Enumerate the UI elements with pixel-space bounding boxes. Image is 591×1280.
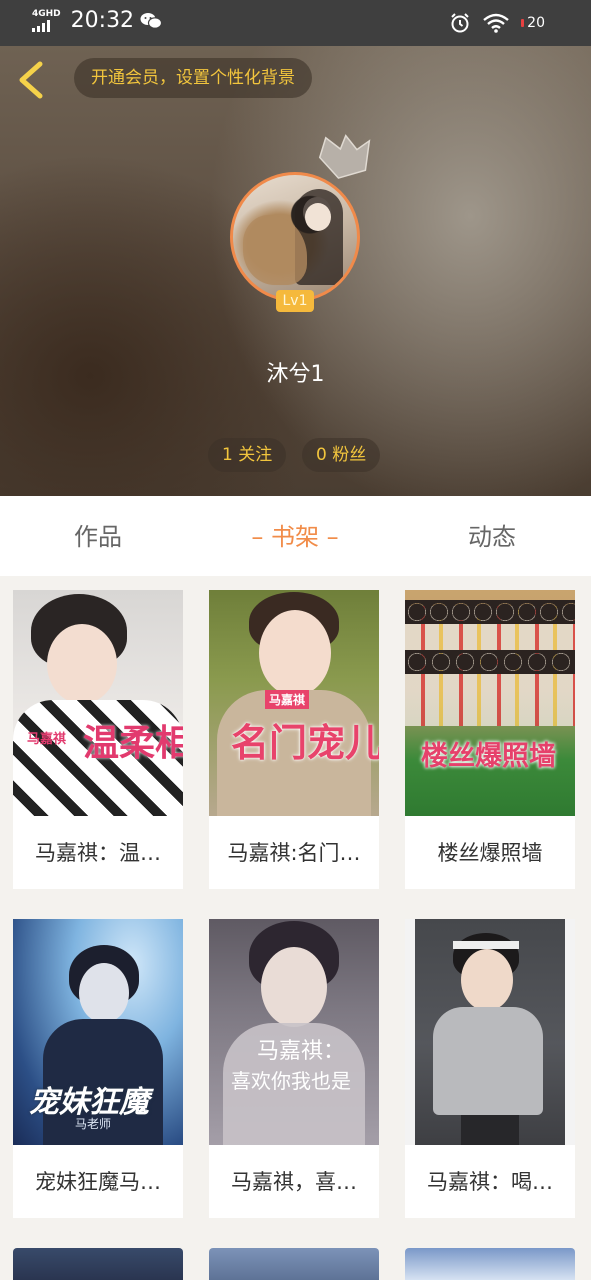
book-title: 马嘉祺：温…	[35, 841, 161, 865]
signal-icon	[32, 19, 61, 32]
cover-author-text: 喜欢你我也是	[231, 1069, 351, 1093]
book-title: 马嘉祺：喝…	[427, 1170, 553, 1194]
alarm-icon	[451, 13, 469, 33]
level-badge: Lv1	[276, 290, 314, 312]
book-card[interactable]: 名门宠儿 马嘉祺 马嘉祺:名门…	[209, 590, 379, 889]
book-title: 宠妹狂魔马…	[35, 1170, 161, 1194]
profile-tabs: 作品 – 书架 – 动态	[0, 496, 591, 576]
profile-header: 开通会员，设置个性化背景 Lv1 沐兮1 1 关注 0 粉丝	[0, 46, 591, 496]
cover-title-text: 名门宠儿	[231, 720, 379, 765]
cover-title-text: 楼丝爆照墙	[421, 741, 556, 772]
followers-count[interactable]: 0 粉丝	[302, 438, 381, 472]
back-arrow-icon[interactable]	[14, 60, 48, 100]
book-cover: 宠妹狂魔 马老师	[13, 919, 183, 1145]
status-bar: 4GHD 20:32 20	[0, 0, 591, 46]
cover-title-text: 温柔相待	[83, 722, 183, 764]
wechat-icon	[140, 12, 163, 29]
book-cover	[405, 919, 575, 1145]
book-cover: 名门宠儿 马嘉祺	[209, 590, 379, 816]
book-card[interactable]: 宠妹狂魔 马老师 宠妹狂魔马…	[13, 919, 183, 1218]
cover-author-text: 马老师	[75, 1117, 112, 1131]
book-card[interactable]: 温柔相待 马嘉祺 马嘉祺：温…	[13, 590, 183, 889]
book-cover-partial[interactable]	[13, 1248, 183, 1280]
book-cover: 马嘉祺： 喜欢你我也是	[209, 919, 379, 1145]
network-type: 4GHD	[32, 8, 61, 19]
book-card[interactable]: 马嘉祺： 喜欢你我也是 马嘉祺，喜…	[209, 919, 379, 1218]
battery-low-icon	[521, 19, 525, 27]
tab-works[interactable]: 作品	[18, 496, 178, 576]
book-cover: 温柔相待 马嘉祺	[13, 590, 183, 816]
book-title: 马嘉祺:名门…	[227, 841, 361, 865]
avatar[interactable]	[230, 172, 360, 302]
tab-activity[interactable]: 动态	[412, 496, 572, 576]
book-title: 马嘉祺，喜…	[231, 1170, 357, 1194]
cover-author-text: 马嘉祺	[265, 690, 310, 709]
book-card[interactable]: 马嘉祺：喝…	[405, 919, 575, 1218]
book-card[interactable]: 楼丝爆照墙 楼丝爆照墙	[405, 590, 575, 889]
wifi-icon	[483, 13, 509, 33]
status-time: 20:32	[70, 8, 135, 33]
book-cover-partial[interactable]	[209, 1248, 379, 1280]
vip-background-prompt[interactable]: 开通会员，设置个性化背景	[74, 58, 312, 98]
username: 沐兮1	[266, 362, 325, 387]
following-count[interactable]: 1 关注	[208, 438, 287, 472]
book-cover-partial[interactable]	[405, 1248, 575, 1280]
battery-level: 20	[527, 15, 545, 31]
cover-title-text: 马嘉祺：	[257, 1039, 346, 1064]
book-title: 楼丝爆照墙	[437, 841, 543, 865]
cover-author-text: 马嘉祺	[27, 732, 67, 747]
tab-bookshelf[interactable]: – 书架 –	[215, 496, 375, 576]
book-cover: 楼丝爆照墙	[405, 590, 575, 816]
crown-icon	[318, 134, 371, 179]
